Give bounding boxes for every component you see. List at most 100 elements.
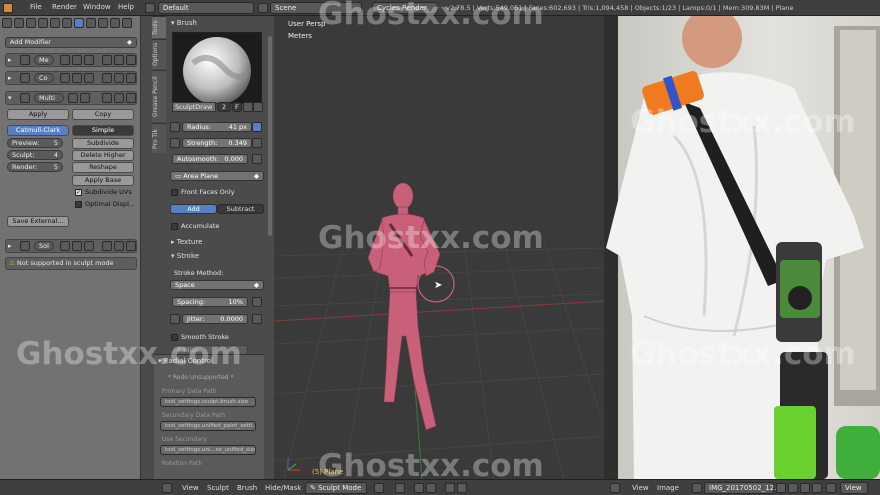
menu-image-view[interactable]: View [632, 484, 649, 492]
layer-icon[interactable] [414, 483, 424, 493]
mode-select[interactable]: ✎ Sculpt Mode [305, 482, 367, 494]
pressure-icon[interactable] [252, 154, 262, 164]
modifier-name-field[interactable]: Multi [34, 93, 64, 103]
move-up-icon[interactable] [102, 55, 112, 65]
lock-icon[interactable] [170, 138, 180, 148]
scene-icon[interactable] [258, 3, 268, 13]
pressure-icon[interactable] [252, 138, 262, 148]
copy-button[interactable]: Copy [72, 109, 134, 120]
screen-layout-icon[interactable] [145, 3, 155, 13]
open-image-icon[interactable] [800, 483, 810, 493]
constraints-tab-icon[interactable] [62, 18, 72, 28]
preview-levels-field[interactable]: Preview: 5 [7, 138, 63, 148]
render-levels-field[interactable]: Render: 5 [7, 162, 63, 172]
scene-tab-icon[interactable] [26, 18, 36, 28]
move-down-icon[interactable] [114, 73, 124, 83]
modifier-name-field[interactable]: Me [34, 55, 54, 65]
image-editor-icon[interactable] [610, 483, 620, 493]
fake-user-button[interactable]: F [232, 102, 242, 112]
pressure-icon[interactable] [252, 122, 262, 132]
world-tab-icon[interactable] [38, 18, 48, 28]
apply-button[interactable]: Apply [7, 109, 69, 120]
strength-field[interactable]: Strength: 0.349 [182, 138, 252, 148]
brush-name-field[interactable]: SculptDraw [172, 102, 216, 112]
pressure-icon[interactable] [252, 297, 262, 307]
add-brush-icon[interactable] [243, 102, 253, 112]
data-tab-icon[interactable] [86, 18, 96, 28]
edit-icon[interactable] [84, 241, 94, 251]
close-icon[interactable] [812, 483, 822, 493]
object-tab-icon[interactable] [50, 18, 60, 28]
camera-icon[interactable] [68, 93, 78, 103]
close-icon[interactable] [126, 241, 136, 251]
sculpt-model[interactable] [354, 176, 464, 446]
stroke-section-header[interactable]: ▾ Stroke [171, 252, 199, 260]
modifier-row-4[interactable]: ▸ Sol [5, 239, 137, 253]
menu-brush[interactable]: Brush [237, 484, 257, 492]
close-icon[interactable] [126, 73, 136, 83]
secondary-data-path-field[interactable]: tool_settings.unified_paint_setti... [160, 421, 256, 431]
close-icon[interactable] [126, 93, 136, 103]
camera-icon[interactable] [457, 483, 467, 493]
eye-icon[interactable] [72, 55, 82, 65]
move-down-icon[interactable] [114, 93, 124, 103]
delete-higher-button[interactable]: Delete Higher [72, 150, 134, 161]
close-icon[interactable] [253, 102, 263, 112]
menu-sculpt[interactable]: Sculpt [207, 484, 229, 492]
catmull-clark-button[interactable]: Catmull-Clark [7, 125, 69, 136]
image-name-field[interactable]: IMG_20170502_12... [704, 482, 781, 494]
layout-select[interactable]: Default [158, 2, 254, 14]
subdivide-button[interactable]: Subdivide [72, 138, 134, 149]
add-image-icon[interactable] [788, 483, 798, 493]
viewport-shading-icon[interactable] [374, 483, 384, 493]
expand-arrow-icon[interactable]: ▸ [8, 56, 12, 64]
eye-icon[interactable] [80, 93, 90, 103]
add-direction-button[interactable]: Add [170, 204, 217, 214]
brush-users-count[interactable]: 2 [217, 102, 231, 112]
view-mode-select[interactable]: View [840, 482, 868, 494]
expand-arrow-icon[interactable]: ▸ [8, 74, 12, 82]
move-down-icon[interactable] [114, 241, 124, 251]
tab-options[interactable]: Options [152, 39, 166, 69]
move-up-icon[interactable] [102, 93, 112, 103]
render-tab-icon[interactable] [2, 18, 12, 28]
image-browse-icon[interactable] [692, 483, 702, 493]
save-external-button[interactable]: Save External... [7, 216, 69, 227]
area-plane-dropdown[interactable]: ▭ Area Plane ◆ [170, 171, 264, 181]
collapse-arrow-icon[interactable]: ▾ [8, 94, 12, 102]
edit-icon[interactable] [84, 73, 94, 83]
spacing-field[interactable]: Spacing: 10% [172, 297, 248, 307]
accumulate-checkbox[interactable]: Accumulate [171, 222, 219, 230]
lock-icon[interactable] [170, 122, 180, 132]
blender-logo-icon[interactable] [3, 3, 13, 13]
pivot-point-icon[interactable] [395, 483, 405, 493]
expand-arrow-icon[interactable]: ▸ [8, 242, 12, 250]
stroke-method-dropdown[interactable]: Space ◆ [170, 280, 264, 290]
menu-file[interactable]: File [30, 3, 42, 11]
modifier-row-1[interactable]: ▸ Me [5, 53, 137, 67]
close-icon[interactable] [126, 55, 136, 65]
pin-icon[interactable] [826, 483, 836, 493]
brush-section-header[interactable]: ▾ Brush [171, 19, 197, 27]
panel-divider[interactable] [140, 16, 152, 479]
subdivide-uvs-checkbox[interactable]: ✓ Subdivide UVs [75, 188, 132, 196]
subtract-direction-button[interactable]: Subtract [217, 204, 264, 214]
pressure-icon[interactable] [252, 314, 262, 324]
lock-icon[interactable] [170, 314, 180, 324]
sculpt-levels-field[interactable]: Sculpt: 4 [7, 150, 63, 160]
apply-base-button[interactable]: Apply Base [72, 175, 134, 186]
brush-preview[interactable] [172, 32, 262, 105]
menu-view[interactable]: View [182, 484, 199, 492]
menu-hide-mask[interactable]: Hide/Mask [265, 484, 301, 492]
eye-icon[interactable] [72, 73, 82, 83]
tab-pro-tik[interactable]: Pro Tik [152, 123, 166, 153]
move-down-icon[interactable] [114, 55, 124, 65]
modifier-row-multires[interactable]: ▾ Multi [5, 91, 137, 105]
tool-shelf-scrollbar[interactable] [268, 36, 272, 236]
snap-icon[interactable] [445, 483, 455, 493]
use-secondary-field[interactable]: tool_settings.uni...se_unified_size [160, 445, 256, 455]
add-modifier-dropdown[interactable]: Add Modifier ◆ [5, 37, 137, 48]
autosmooth-field[interactable]: Autosmooth: 0.000 [172, 154, 248, 164]
camera-icon[interactable] [60, 73, 70, 83]
editor-type-icon[interactable] [162, 483, 172, 493]
